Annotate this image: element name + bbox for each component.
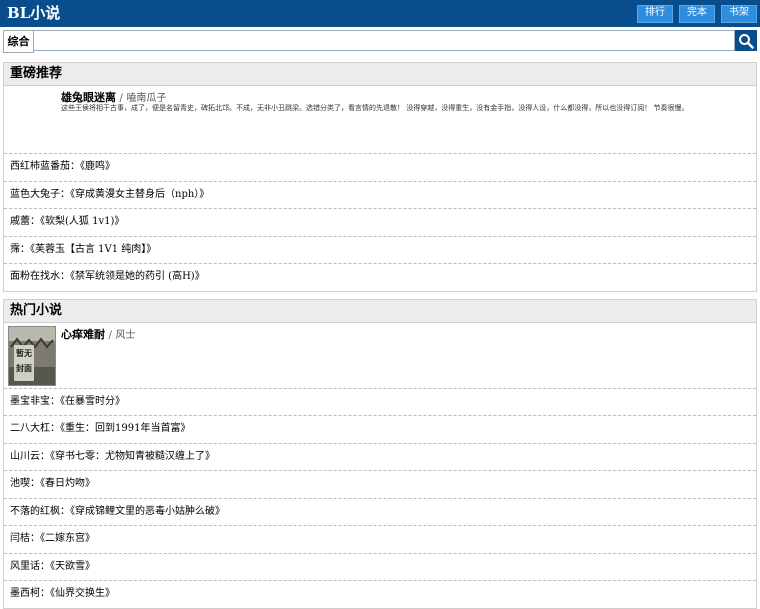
search-input[interactable]	[33, 30, 735, 51]
hot-title-line: 心痒难耐 / 风士	[61, 326, 135, 342]
list-item[interactable]: 池喫：《春日灼吻》	[4, 471, 756, 499]
item-author: 池喫	[10, 478, 30, 489]
site-logo[interactable]: BL小说	[7, 3, 60, 23]
item-title[interactable]: 《春日灼吻》	[40, 478, 95, 489]
item-title[interactable]: 《穿成锦鲤文里的恶毒小姑肿么破》	[70, 506, 225, 517]
item-author: 风里话	[10, 560, 40, 572]
item-author: 二八大杠	[10, 423, 50, 434]
item-title[interactable]: 《穿书七零：尤物知青被糙汉缠上了》	[50, 451, 215, 462]
list-item[interactable]: 戚蕾：《软梨(人狐 1v1)》	[4, 209, 756, 237]
item-author: 戚蕾	[10, 216, 30, 227]
item-title[interactable]: 《禁军统领是她的药引 (高H)》	[70, 271, 205, 282]
item-author: 西红柿蓝番茄	[10, 161, 70, 172]
recommend-heading: 重磅推荐	[4, 63, 756, 86]
search-button[interactable]	[735, 30, 757, 51]
item-title[interactable]: 《穿成黄漫女主替身后（nph）》	[70, 189, 209, 200]
item-author: 蓝色大兔子	[10, 188, 60, 200]
item-title[interactable]: 《仙界交换生》	[50, 588, 115, 599]
list-item[interactable]: 二八大杠：《重生：回到1991年当首富》	[4, 416, 756, 444]
list-item[interactable]: 墨宝非宝：《在暴雪时分》	[4, 389, 756, 416]
item-author: 山川云	[10, 450, 40, 462]
item-author: 不落的红枫	[10, 505, 60, 517]
search-category-select[interactable]: 综合	[3, 30, 34, 53]
list-item[interactable]: 墨西柯：《仙界交换生》	[4, 581, 756, 608]
search-bar: 综合	[3, 30, 757, 53]
top-bar: BL小说 排行 完本 书架	[0, 0, 760, 27]
item-title[interactable]: 《鹿鸣》	[80, 161, 115, 172]
list-item[interactable]: 山川云：《穿书七零：尤物知青被糙汉缠上了》	[4, 444, 756, 471]
hot-feature-author: 风士	[115, 329, 136, 341]
item-author: 霈	[10, 243, 20, 255]
item-author: 墨宝非宝	[10, 395, 50, 407]
item-title[interactable]: 《在暴雪时分》	[60, 396, 125, 407]
recommend-panel: 重磅推荐 雄兔眼迷离 / 嗑南瓜子 这些王侯将相干古事，成了，便是名留青史，碑拓…	[3, 62, 757, 292]
search-icon	[739, 33, 754, 49]
list-item[interactable]: 风里话：《天欲雪》	[4, 554, 756, 581]
list-item[interactable]: 霈：《芙蓉玉【古言 1V1 纯肉】》	[4, 237, 756, 264]
completed-button[interactable]: 完本	[679, 5, 715, 23]
list-item[interactable]: 闫桔：《二嫁东宫》	[4, 526, 756, 554]
list-item[interactable]: 蓝色大兔子：《穿成黄漫女主替身后（nph）》	[4, 182, 756, 209]
list-item[interactable]: 西红柿蓝番茄：《鹿鸣》	[4, 154, 756, 182]
item-title[interactable]: 《软梨(人狐 1v1)》	[40, 216, 124, 227]
item-author: 墨西柯	[10, 588, 40, 599]
list-item[interactable]: 面粉在找水：《禁军统领是她的药引 (高H)》	[4, 264, 756, 291]
hot-panel: 热门小说 暂无 封面 心痒难耐 / 风士 墨宝非宝：《在暴雪时分》 二八大杠：《…	[3, 298, 757, 609]
ranking-button[interactable]: 排行	[637, 5, 673, 23]
item-title[interactable]: 《天欲雪》	[50, 561, 95, 572]
hot-heading: 热门小说	[4, 299, 756, 323]
recommend-feature[interactable]: 雄兔眼迷离 / 嗑南瓜子 这些王侯将相干古事，成了，便是名留青史，碑拓北邙。不成…	[4, 86, 756, 154]
list-item[interactable]: 不落的红枫：《穿成锦鲤文里的恶毒小姑肿么破》	[4, 499, 756, 526]
hot-feature[interactable]: 暂无 封面 心痒难耐 / 风士	[4, 323, 756, 389]
hot-feature-title[interactable]: 心痒难耐	[61, 328, 105, 341]
item-title[interactable]: 《二嫁东宫》	[40, 533, 95, 544]
cover-text-2: 封面	[16, 363, 32, 373]
cover-text-1: 暂无	[16, 348, 32, 358]
feature-description: 这些王侯将相干古事，成了，便是名留青史，碑拓北邙。不成，无非小丑跳梁。选错分类了…	[61, 104, 689, 112]
book-cover[interactable]: 暂无 封面	[8, 325, 56, 386]
item-title[interactable]: 《重生：回到1991年当首富》	[60, 423, 190, 434]
bookshelf-button[interactable]: 书架	[721, 5, 757, 23]
item-title[interactable]: 《芙蓉玉【古言 1V1 纯肉】》	[30, 244, 156, 255]
hot-separator: /	[108, 329, 112, 341]
item-author: 面粉在找水	[10, 271, 60, 282]
item-author: 闫桔	[10, 533, 30, 544]
top-nav: 排行 完本 书架	[637, 5, 757, 23]
